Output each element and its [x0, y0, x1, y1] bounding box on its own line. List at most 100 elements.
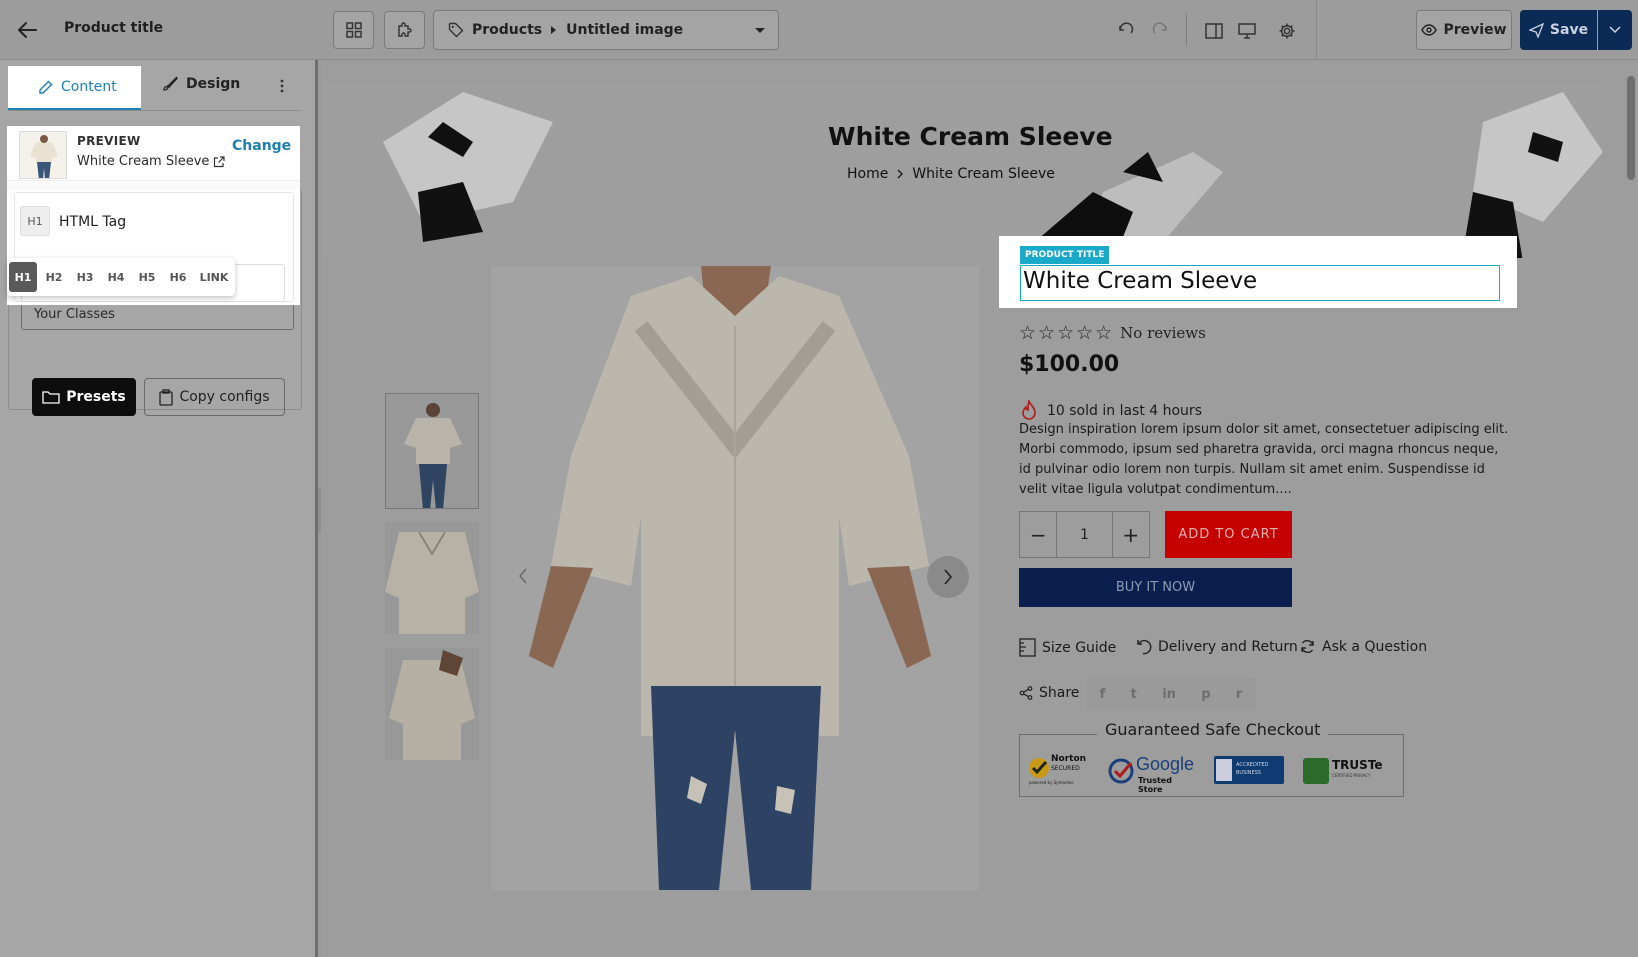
device-preview-button[interactable]	[1234, 18, 1260, 44]
gallery-next-button[interactable]	[927, 556, 969, 598]
desktop-icon	[1238, 23, 1256, 39]
change-product-link[interactable]: Change	[232, 138, 291, 154]
save-options-dropdown[interactable]	[1598, 10, 1632, 50]
truste-line1: TRUSTe	[1332, 758, 1383, 772]
google-line2: Trusted Store	[1138, 776, 1172, 794]
quantity-stepper: − 1 +	[1019, 511, 1150, 558]
breadcrumb-home[interactable]: Home	[847, 166, 888, 182]
tag-icon	[448, 22, 464, 38]
tag-option-h6[interactable]: H6	[164, 262, 192, 292]
social-share-buttons: f t in p r	[1087, 678, 1255, 710]
chevron-right-icon	[944, 569, 953, 585]
clipboard-icon	[159, 388, 174, 406]
delivery-return-label: Delivery and Return	[1158, 638, 1298, 655]
tag-option-h4[interactable]: H4	[102, 262, 130, 292]
tab-content[interactable]: Content	[8, 66, 141, 110]
product-description: Design inspiration lorem ipsum dolor sit…	[1019, 422, 1509, 497]
more-options-button[interactable]	[272, 76, 292, 96]
tab-design-label: Design	[186, 76, 241, 92]
truste-badge: TRUSTe CERTIFIED PRIVACY	[1303, 756, 1383, 786]
pencil-icon	[39, 80, 53, 94]
google-check-icon	[1108, 758, 1134, 784]
tag-option-h2[interactable]: H2	[40, 262, 68, 292]
add-to-cart-button[interactable]: ADD TO CART	[1165, 511, 1292, 558]
quantity-input[interactable]: 1	[1057, 512, 1111, 557]
apps-button[interactable]	[384, 11, 425, 49]
ask-question-link[interactable]: Ask a Question	[1299, 638, 1427, 655]
canvas-scrollbar-thumb[interactable]	[1627, 76, 1635, 180]
share-label: Share	[1039, 685, 1080, 701]
size-guide-link[interactable]: Size Guide	[1019, 638, 1116, 657]
main-product-image	[491, 266, 979, 890]
chevron-left-icon	[519, 568, 527, 584]
folder-icon	[42, 391, 60, 404]
preview-product-name: White Cream Sleeve	[77, 154, 210, 169]
bbb-line1: ACCREDITED	[1236, 762, 1269, 768]
vertical-dots-icon	[280, 79, 284, 93]
card-divider	[7, 180, 300, 190]
copy-configs-label: Copy configs	[179, 389, 270, 405]
send-icon	[1528, 22, 1544, 38]
gallery-thumbnail-2[interactable]	[385, 522, 479, 634]
tag-option-link[interactable]: LINK	[195, 262, 233, 292]
tag-option-h1[interactable]: H1	[9, 262, 37, 292]
chevron-right-icon	[897, 169, 904, 179]
share-icon	[1019, 686, 1033, 700]
save-button[interactable]: Save	[1520, 10, 1597, 50]
sold-counter: 10 sold in last 4 hours	[1019, 400, 1202, 422]
chevron-down-icon	[755, 28, 765, 33]
fire-icon	[1022, 400, 1036, 420]
sections-grid-button[interactable]	[333, 11, 374, 49]
save-label: Save	[1549, 22, 1589, 38]
quantity-decrease-button[interactable]: −	[1020, 512, 1058, 557]
caret-right-icon	[551, 26, 557, 34]
product-title-block[interactable]: PRODUCT TITLE White Cream Sleeve	[999, 236, 1517, 308]
product-rating[interactable]: ☆☆☆☆☆ No reviews	[1019, 322, 1206, 344]
quantity-increase-button[interactable]: +	[1111, 512, 1149, 557]
product-title[interactable]: White Cream Sleeve	[1020, 265, 1500, 301]
tag-option-h3[interactable]: H3	[71, 262, 99, 292]
chevron-down-icon	[1609, 26, 1621, 34]
norton-line3: powered by Symantec	[1029, 780, 1074, 785]
settings-button[interactable]	[1274, 18, 1300, 44]
undo-button[interactable]	[1112, 18, 1138, 44]
tab-design[interactable]: Design	[162, 76, 240, 92]
gallery-thumbnail-3[interactable]	[385, 648, 479, 760]
presets-label: Presets	[66, 389, 126, 405]
html-tag-label: HTML Tag	[59, 214, 127, 230]
twitter-icon[interactable]: t	[1131, 687, 1137, 702]
presets-button[interactable]: Presets	[32, 378, 136, 416]
tag-option-h5[interactable]: H5	[133, 262, 161, 292]
facebook-icon[interactable]: f	[1100, 687, 1106, 702]
trust-badges-title: Guaranteed Safe Checkout	[1097, 720, 1329, 739]
redo-button[interactable]	[1148, 18, 1174, 44]
reddit-icon[interactable]: r	[1236, 687, 1242, 702]
copy-configs-button[interactable]: Copy configs	[144, 378, 285, 416]
buy-now-button[interactable]: BUY IT NOW	[1019, 568, 1292, 607]
return-icon	[1137, 639, 1152, 655]
gear-icon	[1279, 23, 1295, 39]
delivery-return-link[interactable]: Delivery and Return	[1135, 638, 1298, 655]
collection-banner: White Cream Sleeve Home White Cream Slee…	[323, 82, 1603, 258]
external-link-icon	[214, 155, 225, 167]
toggle-sidebar-button[interactable]	[1201, 18, 1227, 44]
grid-icon	[345, 22, 362, 38]
product-title-badge: PRODUCT TITLE	[1020, 246, 1110, 264]
page-selector-dropdown[interactable]: Products Untitled image	[433, 10, 779, 50]
back-arrow-icon[interactable]	[12, 16, 42, 44]
share-section: Share	[1019, 685, 1079, 701]
linkedin-icon[interactable]: in	[1162, 687, 1176, 702]
refresh-question-icon	[1301, 639, 1314, 654]
editor-canvas: White Cream Sleeve Home White Cream Slee…	[321, 60, 1638, 957]
classes-input-placeholder: Your Classes	[34, 307, 115, 322]
pinterest-icon[interactable]: p	[1201, 687, 1210, 702]
gallery-thumbnail-1[interactable]	[385, 393, 479, 509]
tab-content-label: Content	[61, 79, 117, 95]
brush-icon	[163, 76, 178, 91]
preview-product-link[interactable]: White Cream Sleeve	[77, 154, 225, 169]
gallery-prev-button[interactable]	[511, 564, 535, 588]
bbb-logo-icon	[1216, 759, 1232, 781]
page-builder-app: Product title Products Untitled image Pr…	[0, 0, 1638, 957]
html-tag-badge: H1	[20, 206, 50, 236]
preview-button[interactable]: Preview	[1416, 10, 1512, 50]
